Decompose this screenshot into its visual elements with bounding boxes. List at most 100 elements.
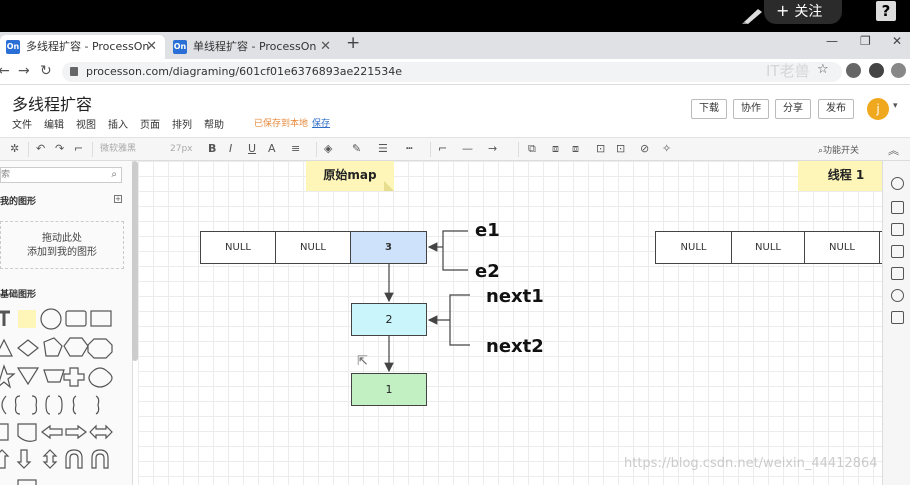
my-shapes-dropzone[interactable]: 拖动此处 添加到我的图形 [0, 221, 124, 269]
history-icon[interactable] [891, 289, 904, 302]
menu-arrange[interactable]: 排列 [172, 120, 192, 131]
page-icon[interactable] [891, 223, 904, 236]
link-icon[interactable]: ⊘ [640, 142, 649, 155]
processon-favicon-icon: On [6, 40, 20, 54]
menu-view[interactable]: 视图 [76, 120, 96, 131]
new-tab-icon[interactable]: + [346, 33, 360, 53]
follow-button[interactable]: + 关注 [764, 0, 842, 24]
maximize-icon[interactable]: ❐ [860, 34, 871, 48]
bookmark-star-icon[interactable]: ☆ [817, 62, 829, 77]
my-shapes-title: 我的图形 [0, 197, 37, 207]
minimize-icon[interactable]: — [826, 34, 838, 48]
app-header: 多线程扩容 文件 编辑 视图 插入 页面 排列 帮助 已保存到本地 保存 下载 协作 分享 发… [0, 85, 910, 137]
divider [92, 142, 93, 157]
label-e2[interactable]: e2 [475, 261, 500, 282]
align-icon[interactable]: ≡ [291, 142, 300, 155]
close-tab-icon[interactable]: ✕ [146, 35, 157, 59]
arrow-end-icon[interactable]: → [488, 142, 497, 155]
forward-icon[interactable]: → [18, 63, 30, 79]
reload-icon[interactable]: ↻ [40, 63, 52, 79]
shape-sidebar: 索 ⌕ 我的图形 + 拖动此处 添加到我的图形 基础图形 [0, 161, 133, 485]
fill-color-icon[interactable]: ◈ [324, 142, 332, 155]
mouse-cursor-icon: ⇱ [357, 354, 368, 369]
processon-favicon-icon: On [173, 40, 187, 54]
back-icon[interactable]: ← [0, 63, 10, 79]
format-painter-icon[interactable]: ✲ [10, 142, 19, 155]
lock-icon [70, 67, 78, 76]
help-icon[interactable]: ? [876, 1, 896, 21]
plus-icon: + [776, 1, 790, 20]
format-toolbar: ✲ ↶ ↷ ⌐ 微软雅黑 27px B I U A ≡ ◈ ✎ ☰ ┅ ⌐ — … [0, 137, 910, 161]
unlock-icon[interactable]: ⊡ [616, 142, 625, 155]
line-type-icon[interactable]: — [462, 142, 473, 155]
basic-shapes-title: 基础图形 [0, 290, 37, 300]
label-next1[interactable]: next1 [486, 286, 544, 307]
divider [28, 142, 29, 157]
comment-icon[interactable] [891, 311, 904, 324]
tab-multithread[interactable]: On 多线程扩容 - ProcessOn ✕ [0, 35, 165, 59]
bring-front-icon[interactable]: ⧉ [528, 142, 536, 156]
line-width-icon[interactable]: ☰ [378, 142, 388, 155]
style-icon[interactable] [891, 201, 904, 214]
divider [518, 142, 519, 157]
save-link[interactable]: 保存 [312, 119, 330, 129]
collab-button[interactable]: 协作 [733, 99, 769, 119]
lock-shape-icon[interactable]: ⊡ [596, 142, 605, 155]
save-status: 已保存到本地 保存 [254, 119, 331, 129]
tab-singlethread[interactable]: On 单线程扩容 - ProcessOn ✕ [167, 35, 339, 59]
video-overlay-bar: + 关注 ? [0, 0, 910, 32]
menu-bar: 文件 编辑 视图 插入 页面 排列 帮助 [12, 116, 236, 131]
line-style-icon[interactable]: ┅ [406, 142, 413, 155]
menu-edit[interactable]: 编辑 [44, 120, 64, 131]
url-input[interactable]: processon.com/diagraming/601cf01e6376893… [62, 62, 842, 82]
shape-search-input[interactable]: 索 ⌕ [0, 167, 122, 183]
navigator-icon[interactable] [891, 177, 904, 190]
menu-insert[interactable]: 插入 [108, 120, 128, 131]
data-icon[interactable] [891, 245, 904, 258]
font-family-select[interactable]: 微软雅黑 [100, 142, 136, 157]
magic-wand-icon[interactable]: ✧ [662, 142, 671, 155]
add-shape-icon[interactable]: + [114, 195, 122, 203]
arrange-icon[interactable]: ⧈ [552, 142, 559, 156]
csdn-watermark: https://blog.csdn.net/weixin_44412864 [624, 456, 878, 471]
divider [316, 142, 317, 157]
basic-shapes-palette[interactable] [0, 308, 120, 485]
bold-icon[interactable]: B [208, 142, 216, 155]
underline-icon[interactable]: U [248, 142, 256, 155]
feature-toggle-button[interactable]: ⌕功能开关 [818, 143, 859, 156]
label-next2[interactable]: next2 [486, 336, 544, 357]
channel-watermark: IT老兽 [766, 62, 810, 80]
chevron-down-icon[interactable]: ▾ [893, 101, 898, 111]
line-color-icon[interactable]: ✎ [352, 142, 361, 155]
collapse-icon[interactable]: ︽ [888, 142, 899, 158]
redo-icon[interactable]: ↷ [55, 142, 64, 155]
publish-button[interactable]: 发布 [818, 99, 854, 119]
italic-icon[interactable]: I [229, 142, 232, 155]
window-close-icon[interactable]: ✕ [892, 34, 902, 48]
font-size-select[interactable]: 27px [170, 142, 193, 157]
connector-icon[interactable]: ⌐ [438, 142, 447, 155]
attachment-icon[interactable] [891, 267, 904, 280]
right-tool-rail [882, 161, 910, 485]
divider [430, 142, 431, 157]
connector-lines [384, 230, 470, 373]
search-icon: ⌕ [111, 169, 117, 180]
close-tab-icon[interactable]: ✕ [320, 35, 331, 59]
document-title[interactable]: 多线程扩容 [12, 91, 92, 115]
group-icon[interactable]: ⧈ [572, 142, 579, 156]
menu-page[interactable]: 页面 [140, 120, 160, 131]
menu-help[interactable]: 帮助 [204, 120, 224, 131]
font-color-icon[interactable]: A [268, 142, 276, 155]
download-button[interactable]: 下载 [691, 99, 727, 119]
undo-icon[interactable]: ↶ [36, 142, 45, 155]
extension-icon[interactable] [846, 63, 861, 78]
brush-icon[interactable]: ⌐ [74, 142, 83, 155]
share-button[interactable]: 分享 [775, 99, 811, 119]
diagram-canvas[interactable]: 原始map 线程 1 NULL NULL 3 2 1 NULL NULL NUL… [138, 161, 882, 485]
menu-icon[interactable] [891, 63, 906, 78]
menu-file[interactable]: 文件 [12, 120, 32, 131]
avatar[interactable]: j [867, 98, 889, 120]
pen-icon [742, 9, 762, 24]
profile-icon[interactable] [869, 63, 884, 78]
label-e1[interactable]: e1 [475, 220, 500, 241]
